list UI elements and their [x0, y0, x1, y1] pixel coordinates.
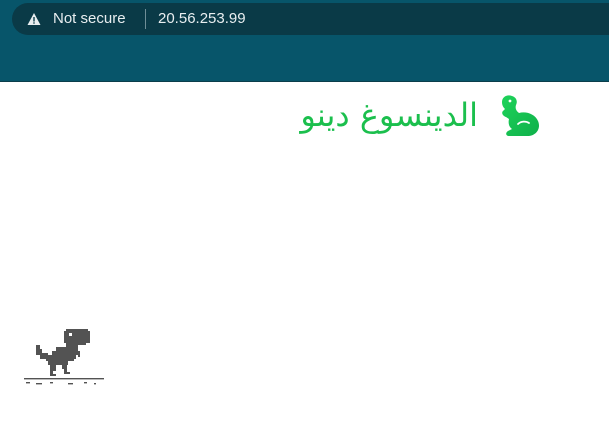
- site-title: الدينسوغ دينو: [300, 96, 478, 134]
- t-rex-icon: [36, 329, 90, 376]
- address-bar[interactable]: Not secure 20.56.253.99: [12, 3, 609, 35]
- browser-toolbar: Not secure 20.56.253.99: [0, 0, 609, 82]
- page-content: الدينسوغ دينو: [0, 82, 609, 440]
- address-divider: [145, 9, 146, 29]
- url-text[interactable]: 20.56.253.99: [158, 9, 246, 29]
- dinosaur-logo-icon: [502, 95, 539, 136]
- security-status-label[interactable]: Not secure: [53, 9, 126, 29]
- ground-line: [24, 378, 104, 385]
- warning-triangle-icon[interactable]: [27, 12, 41, 26]
- dino-game[interactable]: [22, 327, 112, 387]
- site-header: الدينسوغ دينو: [250, 94, 550, 136]
